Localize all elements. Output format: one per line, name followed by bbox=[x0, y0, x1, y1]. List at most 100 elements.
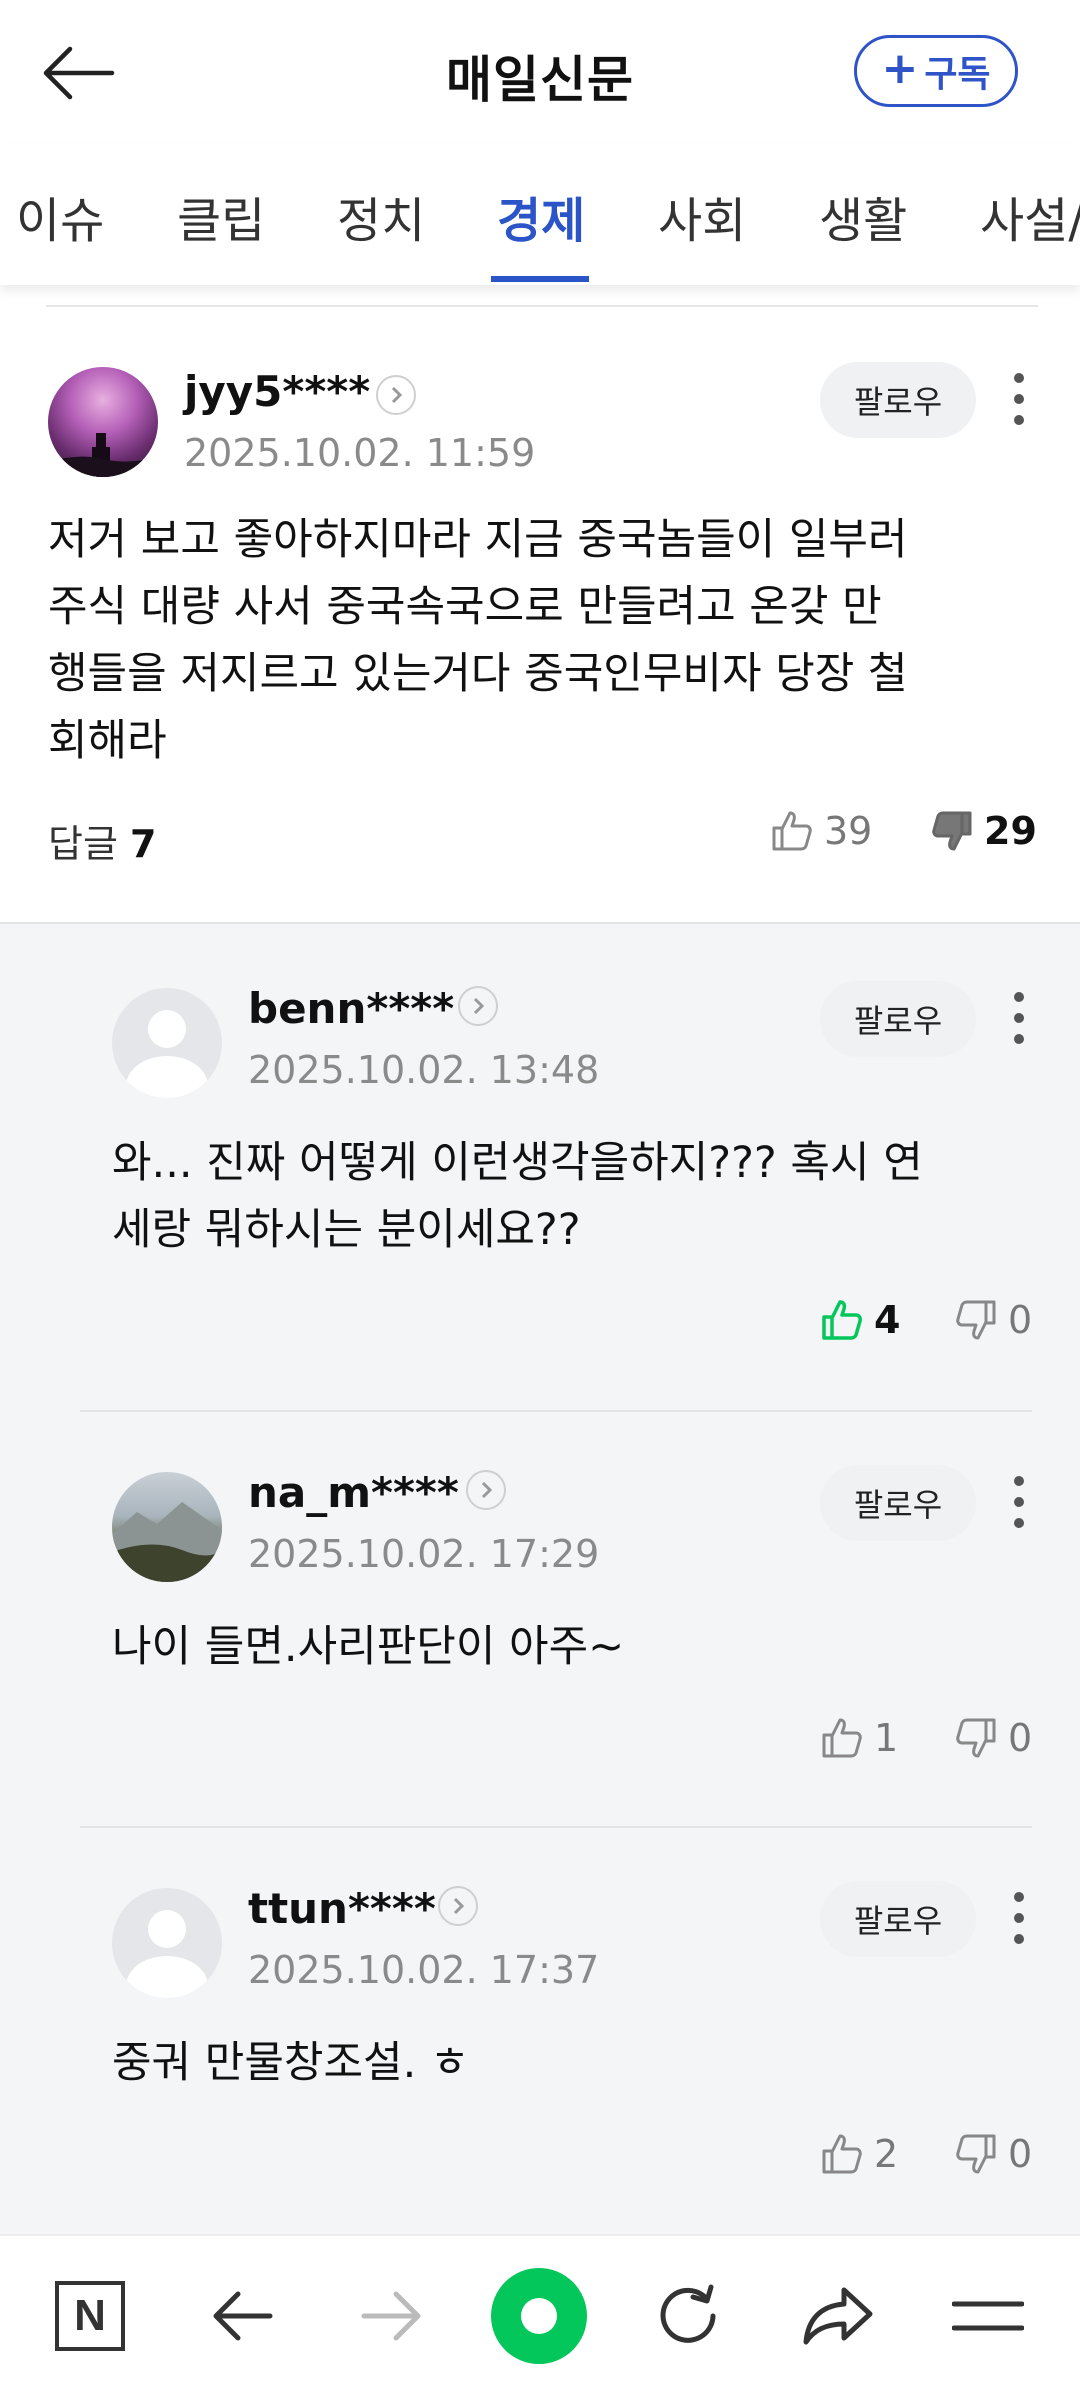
comment-line: 행들을 저지르고 있는거다 중국인무비자 당장 철 bbox=[48, 649, 908, 699]
reply-line: 나이 들면.사리판단이 아주~ bbox=[112, 1622, 625, 1672]
dislike-button[interactable]: 0 bbox=[954, 1298, 1032, 1342]
nav-n-icon: N bbox=[55, 2281, 125, 2351]
active-tab-indicator bbox=[491, 276, 589, 282]
more-options-button[interactable] bbox=[1004, 1472, 1034, 1532]
menu-button[interactable] bbox=[948, 2276, 1028, 2356]
subscribe-button[interactable]: + 구독 bbox=[854, 35, 1018, 107]
plus-icon: + bbox=[881, 43, 919, 94]
tab-politics[interactable]: 정치 bbox=[337, 181, 425, 251]
nav-forward-icon bbox=[361, 2291, 421, 2341]
reply-username[interactable]: benn**** bbox=[248, 984, 454, 1033]
nav-back-icon bbox=[213, 2291, 273, 2341]
reply-username[interactable]: na_m**** bbox=[248, 1468, 459, 1517]
chevron-right-icon bbox=[453, 1897, 465, 1915]
follow-button[interactable]: 팔로우 bbox=[820, 362, 976, 438]
naver-home-button[interactable]: N bbox=[50, 2276, 130, 2356]
like-button[interactable]: 39 bbox=[770, 809, 872, 853]
avatar[interactable] bbox=[48, 367, 158, 477]
profile-link[interactable] bbox=[458, 986, 498, 1026]
chevron-right-icon bbox=[391, 386, 403, 404]
comment-timestamp: 2025.10.02. 11:59 bbox=[184, 431, 536, 475]
tab-society[interactable]: 사회 bbox=[658, 181, 746, 251]
more-vertical-icon bbox=[1014, 1476, 1024, 1486]
green-dot-button[interactable] bbox=[491, 2268, 587, 2364]
follow-button[interactable]: 팔로우 bbox=[820, 981, 976, 1057]
dislike-count: 0 bbox=[1008, 1298, 1033, 1342]
comment-line: 회해라 bbox=[48, 716, 167, 766]
share-button[interactable] bbox=[798, 2276, 878, 2356]
reply-line: 세랑 뭐하시는 분이세요?? bbox=[112, 1205, 581, 1255]
reply-count: 7 bbox=[130, 822, 157, 866]
like-count: 39 bbox=[824, 809, 873, 853]
like-button[interactable]: 4 bbox=[820, 1298, 900, 1342]
dislike-count: 0 bbox=[1008, 2132, 1033, 2176]
divider bbox=[80, 1826, 1032, 1828]
comment-item: jyy5**** 2025.10.02. 11:59 팔로우 저거 보고 좋아하… bbox=[0, 307, 1080, 924]
dislike-count: 0 bbox=[1008, 1716, 1033, 1760]
replies-section: benn**** 2025.10.02. 13:48 팔로우 와... 진짜 어… bbox=[0, 924, 1080, 2234]
dislike-count: 29 bbox=[984, 809, 1037, 853]
thumbs-up-icon bbox=[822, 1300, 862, 1340]
avatar[interactable] bbox=[112, 988, 222, 1098]
thumbs-up-icon bbox=[822, 2134, 862, 2174]
more-options-button[interactable] bbox=[1004, 369, 1034, 429]
tab-issue[interactable]: 이슈 bbox=[16, 181, 104, 251]
reply-timestamp: 2025.10.02. 17:37 bbox=[248, 1948, 600, 1992]
bottom-navigation: N bbox=[0, 2234, 1080, 2393]
tab-life[interactable]: 생활 bbox=[819, 181, 907, 251]
category-tabs: 이슈 클립 정치 경제 사회 생활 사설/ bbox=[0, 145, 1080, 285]
profile-link[interactable] bbox=[466, 1470, 506, 1510]
divider bbox=[80, 1410, 1032, 1412]
thumbs-down-icon bbox=[956, 1300, 996, 1340]
profile-link[interactable] bbox=[376, 375, 416, 415]
tab-economy[interactable]: 경제 bbox=[497, 181, 585, 251]
nav-menu-icon bbox=[952, 2301, 1024, 2331]
thumbs-down-icon bbox=[956, 1718, 996, 1758]
profile-link[interactable] bbox=[438, 1886, 478, 1926]
like-button[interactable]: 2 bbox=[820, 2132, 898, 2176]
more-options-button[interactable] bbox=[1004, 1888, 1034, 1948]
avatar-image bbox=[112, 1502, 222, 1582]
nav-refresh-icon bbox=[660, 2284, 716, 2343]
reply-body: 나이 들면.사리판단이 아주~ bbox=[112, 1614, 624, 1681]
thumbs-up-icon bbox=[772, 811, 812, 851]
thumbs-up-icon bbox=[822, 1718, 862, 1758]
tab-clip[interactable]: 클립 bbox=[177, 181, 265, 251]
more-vertical-icon bbox=[1014, 1892, 1024, 1902]
reply-body: 중궈 만물창조설. ㅎ bbox=[112, 2030, 470, 2097]
comment-body: 저거 보고 좋아하지마라 지금 중국놈들이 일부러 주식 대량 사서 중국속국으… bbox=[48, 507, 908, 775]
dislike-button[interactable]: 29 bbox=[930, 809, 1037, 853]
reply-body: 와... 진짜 어떻게 이런생각을하지??? 혹시 연 세랑 뭐하시는 분이세요… bbox=[112, 1130, 923, 1264]
reply-line: 와... 진짜 어떻게 이런생각을하지??? 혹시 연 bbox=[112, 1138, 923, 1188]
comment-username[interactable]: jyy5**** bbox=[184, 367, 370, 416]
like-button[interactable]: 1 bbox=[820, 1716, 898, 1760]
more-vertical-icon bbox=[1014, 992, 1024, 1002]
comment-line: 저거 보고 좋아하지마라 지금 중국놈들이 일부러 bbox=[48, 515, 908, 565]
reply-username[interactable]: ttun**** bbox=[248, 1884, 436, 1933]
reply-line: 중궈 만물창조설. ㅎ bbox=[112, 2038, 470, 2088]
avatar[interactable] bbox=[112, 1472, 222, 1582]
follow-button[interactable]: 팔로우 bbox=[820, 1881, 976, 1957]
browser-back-button[interactable] bbox=[202, 2276, 282, 2356]
avatar[interactable] bbox=[112, 1888, 222, 1998]
nav-home-icon bbox=[521, 2298, 557, 2334]
like-count: 1 bbox=[874, 1716, 899, 1760]
chevron-right-icon bbox=[473, 997, 485, 1015]
more-options-button[interactable] bbox=[1004, 988, 1034, 1048]
nav-share-icon bbox=[803, 2287, 873, 2345]
browser-forward-button[interactable] bbox=[352, 2276, 432, 2356]
tab-editorial[interactable]: 사설/ bbox=[980, 181, 1080, 251]
reply-label: 답글 bbox=[48, 822, 118, 866]
reply-timestamp: 2025.10.02. 17:29 bbox=[248, 1532, 600, 1576]
avatar-image bbox=[48, 433, 158, 477]
dislike-button[interactable]: 0 bbox=[954, 1716, 1032, 1760]
reply-count-button[interactable]: 답글 7 bbox=[48, 813, 156, 868]
dislike-button[interactable]: 0 bbox=[954, 2132, 1032, 2176]
chevron-right-icon bbox=[481, 1481, 493, 1499]
reply-timestamp: 2025.10.02. 13:48 bbox=[248, 1048, 600, 1092]
follow-button[interactable]: 팔로우 bbox=[820, 1465, 976, 1541]
refresh-button[interactable] bbox=[648, 2276, 728, 2356]
like-count: 2 bbox=[874, 2132, 899, 2176]
subscribe-label: 구독 bbox=[924, 54, 991, 95]
app-header: 매일신문 + 구독 bbox=[0, 0, 1080, 145]
